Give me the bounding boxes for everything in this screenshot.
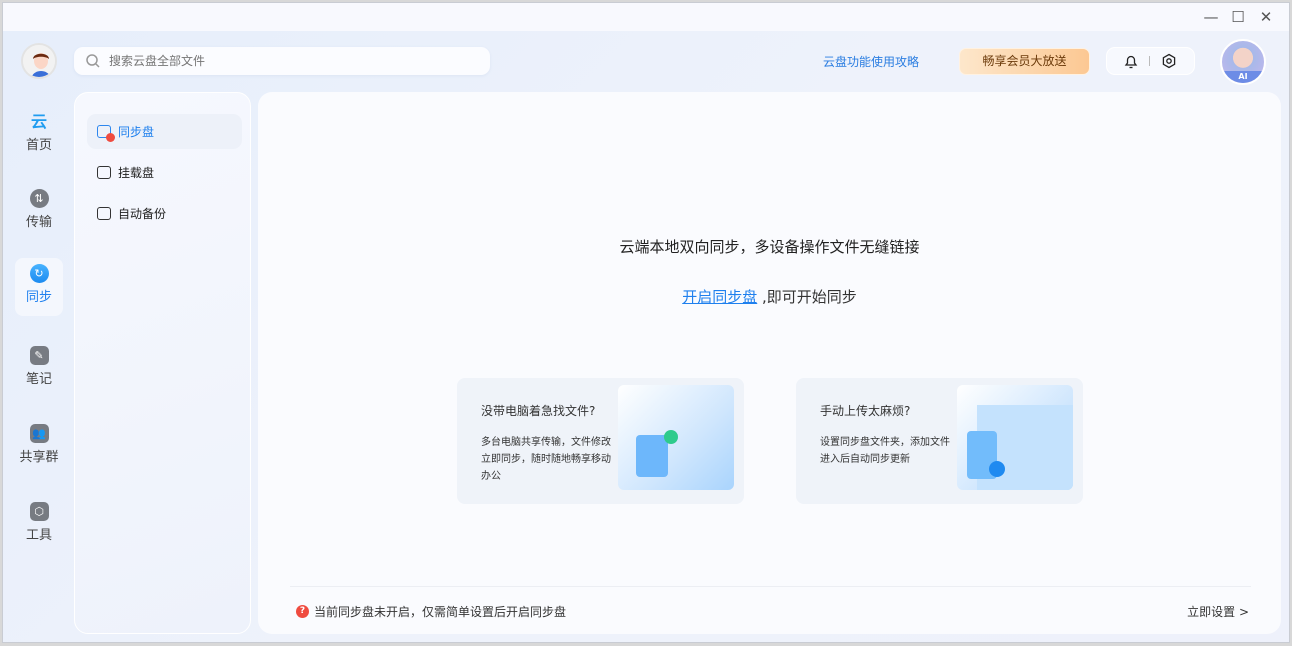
ai-badge: AI [1222,71,1264,83]
maximize-button[interactable]: ☐ [1227,7,1249,27]
gear-icon[interactable] [1161,53,1177,69]
sync-disk-icon [97,125,115,142]
header-tools [1106,47,1195,75]
feature-card: 手动上传太麻烦? 设置同步盘文件夹，添加文件进入后自动同步更新 [796,378,1083,504]
folder-upload-icon [97,207,111,220]
transfer-icon: ⇅ [29,189,49,208]
nav-notes[interactable]: ✎ 笔记 [15,340,63,398]
divider [1148,56,1150,66]
nav-transfer[interactable]: ⇅ 传输 [15,183,63,241]
enable-hint: 开启同步盘 ,即可开始同步 [258,286,1281,307]
status-text: 当前同步盘未开启，仅需简单设置后开启同步盘 [314,605,567,619]
nav-label: 同步 [25,290,52,305]
vip-promo-button[interactable]: 畅享会员大放送 [959,48,1090,75]
subnav-label: 自动备份 [118,207,167,221]
card-desc: 多台电脑共享传输，文件修改立即同步，随时随地畅享移动办公 [481,437,611,482]
drive-icon [97,166,111,179]
footer-divider [290,586,1251,587]
enable-sync-link[interactable]: 开启同步盘 [682,288,757,306]
box-icon: ⬡ [29,502,49,521]
app-window: — ☐ ✕ 云盘功能使用攻略 畅享会员大放送 AI 云首页 ⇅ 传输 ↻ 同步 ✎ 笔… [2,2,1290,643]
sub-nav-panel: 同步盘 挂载盘 自动备份 [74,92,251,634]
nav-label: 共享群 [19,450,59,465]
headline: 云端本地双向同步，多设备操作文件无缝链接 [619,238,920,256]
multi-device-illustration [618,385,734,490]
sync-icon: ↻ [29,264,49,283]
subnav-label: 同步盘 [118,125,155,139]
user-avatar-icon [23,45,55,77]
nav-home[interactable]: 云首页 [15,106,63,164]
status-bar: ? 当前同步盘未开启，仅需简单设置后开启同步盘 [296,603,566,620]
feature-guide-link[interactable]: 云盘功能使用攻略 [823,53,919,70]
nav-sync[interactable]: ↻ 同步 [15,258,63,316]
nav-label: 首页 [25,138,52,153]
main-panel: 云端本地双向同步，多设备操作文件无缝链接 开启同步盘 ,即可开始同步 没带电脑着… [258,92,1281,634]
warning-icon: ? [296,605,309,618]
search-icon [86,54,100,68]
card-title: 手动上传太麻烦? [820,404,911,418]
search-input[interactable] [109,54,469,68]
title-bar: — ☐ ✕ [3,3,1289,31]
nav-tools[interactable]: ⬡ 工具 [15,496,63,554]
feature-card: 没带电脑着急找文件? 多台电脑共享传输，文件修改立即同步，随时随地畅享移动办公 [457,378,744,504]
search-box[interactable] [74,47,490,75]
auto-sync-illustration [957,385,1073,490]
close-button[interactable]: ✕ [1255,7,1277,27]
setup-now-link[interactable]: 立即设置 > [1187,603,1249,620]
enable-hint-text: ,即可开始同步 [757,288,857,306]
users-icon: 👥 [29,424,49,443]
user-avatar[interactable] [21,43,57,79]
card-desc: 设置同步盘文件夹，添加文件进入后自动同步更新 [820,437,950,465]
subnav-label: 挂载盘 [118,166,155,180]
ai-assistant-avatar[interactable]: AI [1220,39,1266,85]
pen-icon: ✎ [29,346,49,365]
nav-label: 笔记 [25,372,52,387]
minimize-button[interactable]: — [1200,7,1222,27]
subnav-sync-disk[interactable]: 同步盘 [87,114,242,149]
subnav-auto-backup[interactable]: 自动备份 [87,196,242,231]
nav-share-group[interactable]: 👥 共享群 [11,418,67,476]
cloud-logo-icon: 云 [30,112,47,131]
subnav-mount-disk[interactable]: 挂载盘 [87,155,242,190]
nav-label: 传输 [25,215,52,230]
nav-label: 工具 [25,528,52,543]
bell-icon[interactable] [1124,54,1138,69]
card-title: 没带电脑着急找文件? [481,404,596,418]
